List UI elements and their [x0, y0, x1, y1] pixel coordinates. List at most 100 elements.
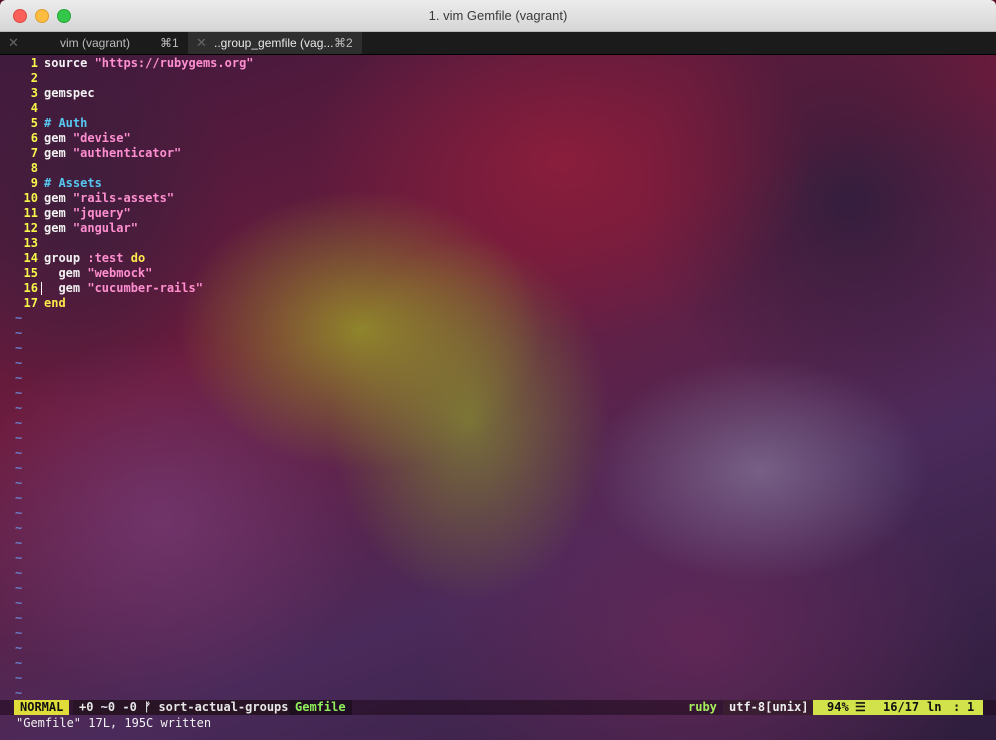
line-number: 10 — [23, 191, 38, 205]
empty-line-tilde: ~ — [15, 311, 23, 325]
line-content: group :test do — [44, 251, 145, 266]
empty-line-tilde: ~ — [15, 491, 23, 505]
empty-line-tilde: ~ — [15, 461, 23, 475]
position-separator: : — [953, 700, 961, 714]
tab-vim-vagrant[interactable]: ✕ vim (vagrant) ⌘1 — [0, 32, 188, 54]
vim-editor[interactable]: 1 source "https://rubygems.org" 2 3 gemspec 4… — [0, 55, 996, 700]
line-content: gem "angular" — [44, 221, 138, 236]
text-cursor — [41, 282, 42, 295]
line-number: 2 — [30, 71, 38, 85]
line-number: 17 — [23, 296, 38, 310]
line-content: gem "rails-assets" — [44, 191, 174, 206]
empty-line-tilde: ~ — [15, 506, 23, 520]
code-line[interactable]: 6 gem "devise" — [0, 131, 996, 146]
file-type: ruby — [688, 700, 717, 714]
tab-label: vim (vagrant) — [60, 36, 131, 50]
code-token: gem — [44, 221, 73, 235]
file-encoding: utf-8[unix] — [723, 700, 815, 715]
line-number: 5 — [30, 116, 38, 130]
code-line[interactable]: 4 — [0, 101, 996, 116]
scroll-percent: 94% — [827, 700, 849, 714]
line-content: gem "devise" — [44, 131, 131, 146]
tab-group-gemfile[interactable]: ✕ ..group_gemfile (vag... ⌘2 — [188, 32, 362, 54]
code-token: # Assets — [44, 176, 102, 190]
code-line[interactable]: 1 source "https://rubygems.org" — [0, 56, 996, 71]
code-line[interactable]: 13 — [0, 236, 996, 251]
empty-line-tilde: ~ — [15, 686, 23, 700]
empty-line-tilde: ~ — [15, 371, 23, 385]
empty-line-tilde: ~ — [15, 656, 23, 670]
code-line[interactable]: 17 end — [0, 296, 996, 311]
close-tab-icon[interactable]: ✕ — [8, 32, 19, 54]
code-token: "https://rubygems.org" — [94, 56, 254, 70]
line-content: # Auth — [44, 116, 87, 131]
line-number: 6 — [30, 131, 38, 145]
code-token: gem — [44, 281, 88, 295]
ln-label: ln — [927, 700, 942, 714]
code-token: "jquery" — [72, 206, 131, 220]
percent-icon: ☰ — [855, 700, 866, 714]
empty-line-tilde: ~ — [15, 326, 23, 340]
code-line[interactable]: 3 gemspec — [0, 86, 996, 101]
code-line[interactable]: 8 — [0, 161, 996, 176]
code-token: # Auth — [44, 116, 88, 130]
line-number: 1 — [30, 56, 38, 70]
code-token: "devise" — [72, 131, 131, 145]
code-token: gem — [44, 191, 73, 205]
tab-shortcut: ⌘2 — [334, 36, 353, 50]
code-line[interactable]: 5 # Auth — [0, 116, 996, 131]
code-line[interactable]: 10 gem "rails-assets" — [0, 191, 996, 206]
code-token: gem — [44, 131, 73, 145]
code-line[interactable]: 7 gem "authenticator" — [0, 146, 996, 161]
code-token: gem — [44, 146, 73, 160]
empty-line-tilde: ~ — [15, 596, 23, 610]
empty-line-tilde: ~ — [15, 566, 23, 580]
code-token: do — [130, 251, 146, 265]
empty-line-tilde: ~ — [15, 611, 23, 625]
empty-line-tilde: ~ — [15, 521, 23, 535]
code-token: "webmock" — [87, 266, 153, 280]
code-line[interactable]: 9 # Assets — [0, 176, 996, 191]
line-number: 3 — [30, 86, 38, 100]
tab-label: ..group_gemfile (vag... — [214, 36, 334, 50]
code-line[interactable]: 14 group :test do — [0, 251, 996, 266]
empty-line-tilde: ~ — [15, 446, 23, 460]
code-token: "rails-assets" — [72, 191, 175, 205]
code-token: :test — [87, 251, 124, 265]
code-line[interactable]: 11 gem "jquery" — [0, 206, 996, 221]
code-line[interactable]: 2 — [0, 71, 996, 86]
empty-line-tilde: ~ — [15, 431, 23, 445]
close-tab-icon[interactable]: ✕ — [196, 32, 207, 54]
code-line[interactable]: 15 gem "webmock" — [0, 266, 996, 281]
line-content: gem "cucumber-rails" — [44, 281, 203, 296]
line-content: # Assets — [44, 176, 102, 191]
code-token: end — [44, 296, 66, 310]
line-number: 4 — [30, 101, 38, 115]
command-line[interactable]: "Gemfile" 17L, 195C written — [16, 716, 211, 731]
code-line[interactable]: 16 gem "cucumber-rails" — [0, 281, 996, 296]
empty-line-tilde: ~ — [15, 671, 23, 685]
line-number: 9 — [30, 176, 38, 190]
line-number: 11 — [23, 206, 38, 220]
empty-line-tilde: ~ — [15, 536, 23, 550]
code-token: source — [44, 56, 95, 70]
empty-line-tilde: ~ — [15, 401, 23, 415]
code-token: gem — [44, 266, 88, 280]
line-content: source "https://rubygems.org" — [44, 56, 254, 71]
tab-shortcut: ⌘1 — [160, 36, 179, 50]
tab-bar: ✕ vim (vagrant) ⌘1 ✕ ..group_gemfile (va… — [0, 32, 996, 55]
line-content: gem "webmock" — [44, 266, 152, 281]
empty-line-tilde: ~ — [15, 551, 23, 565]
code-line[interactable]: 12 gem "angular" — [0, 221, 996, 236]
line-count: 16/17 — [883, 700, 920, 714]
line-number: 16 — [23, 281, 38, 295]
code-token: group — [44, 251, 88, 265]
line-number: 14 — [23, 251, 38, 265]
empty-line-tilde: ~ — [15, 581, 23, 595]
line-number: 15 — [23, 266, 38, 280]
empty-line-tilde: ~ — [15, 341, 23, 355]
line-content: end — [44, 296, 66, 311]
code-token: gemspec — [44, 86, 95, 100]
title-bar[interactable]: 1. vim Gemfile (vagrant) — [0, 0, 996, 32]
